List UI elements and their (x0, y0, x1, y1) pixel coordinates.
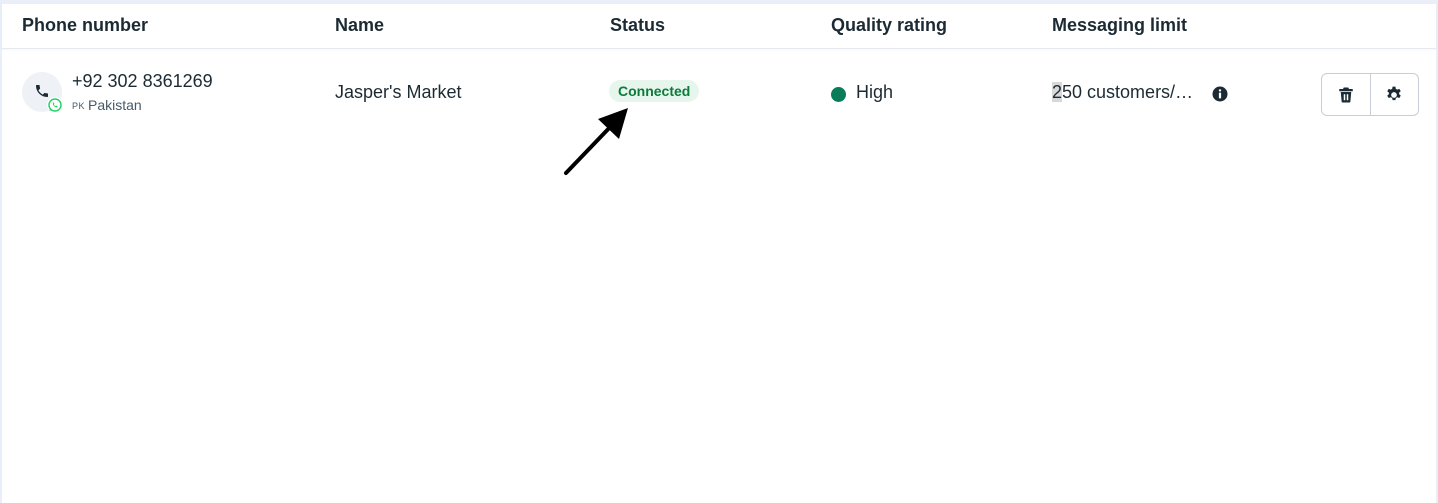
avatar (22, 72, 63, 113)
country-code: PK (72, 101, 86, 111)
text-selection-highlight: 2 (1052, 82, 1063, 102)
table-row[interactable]: +92 302 8361269 PK Pakistan Jasper's Mark… (2, 49, 1436, 139)
messaging-limit-text: 250 customers/… (1052, 82, 1202, 103)
settings-button[interactable] (1369, 74, 1419, 115)
trash-icon (1339, 87, 1353, 102)
arrow-icon (564, 108, 628, 175)
phone-numbers-panel: Phone number Name Status Quality rating … (0, 0, 1438, 503)
whatsapp-icon (47, 97, 63, 113)
messaging-limit-value: 50 customers/… (1062, 82, 1194, 102)
quality-indicator-dot (831, 87, 846, 102)
status-badge: Connected (609, 80, 700, 102)
row-actions (1321, 73, 1419, 116)
phone-icon (36, 85, 48, 97)
column-header-status[interactable]: Status (610, 15, 665, 36)
table-header: Phone number Name Status Quality rating … (2, 4, 1436, 49)
country-label: PK Pakistan (72, 97, 142, 113)
info-icon[interactable] (1212, 86, 1228, 102)
column-header-quality-rating[interactable]: Quality rating (831, 15, 947, 36)
quality-rating-text: High (856, 82, 894, 102)
phone-number-text: +92 302 8361269 (72, 71, 213, 91)
delete-button[interactable] (1322, 74, 1370, 115)
column-header-messaging-limit[interactable]: Messaging limit (1052, 15, 1187, 36)
gear-icon (1387, 86, 1401, 100)
country-name: Pakistan (88, 97, 142, 113)
column-header-phone-number[interactable]: Phone number (22, 15, 148, 36)
column-header-name[interactable]: Name (335, 15, 384, 36)
business-name: Jasper's Market (335, 82, 462, 102)
